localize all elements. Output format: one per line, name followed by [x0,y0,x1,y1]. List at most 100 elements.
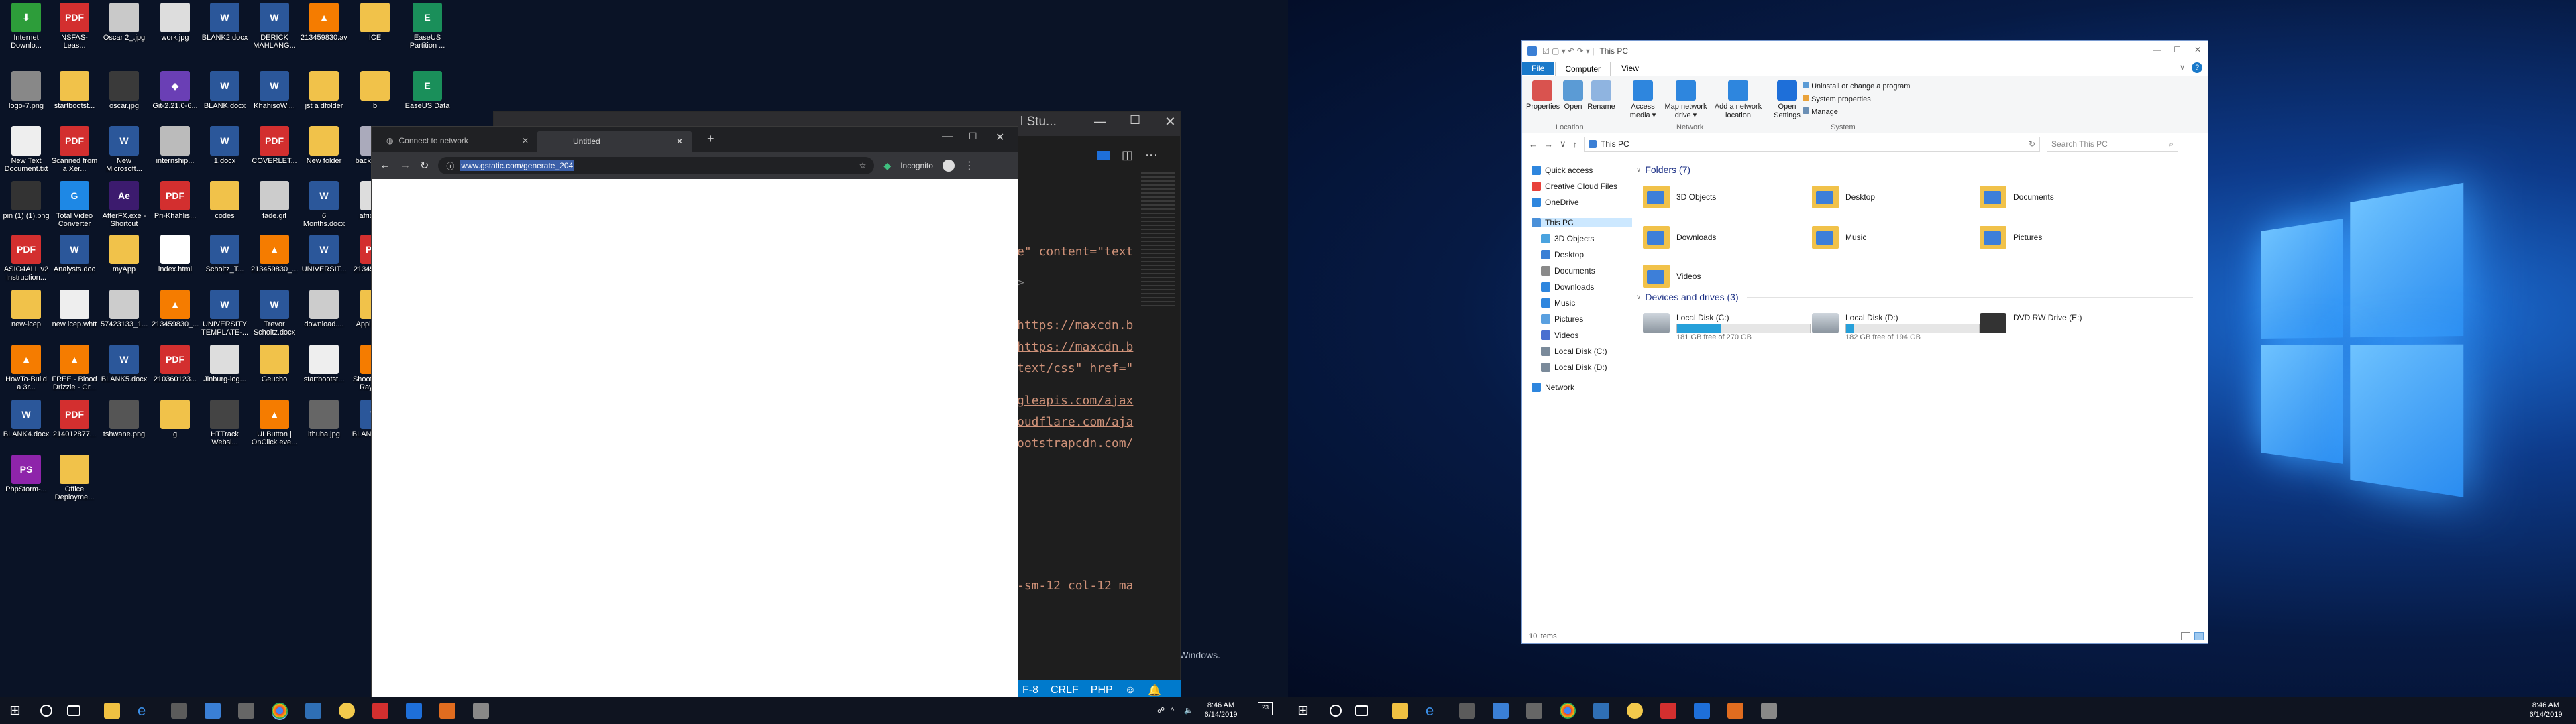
calculator-taskbar-icon[interactable] [1761,703,1777,719]
store-taskbar-icon[interactable] [1493,703,1509,719]
folder-item[interactable]: Downloads [1643,226,1716,249]
quick-access-toolbar-icons[interactable]: ☑ ▢ ▾ ↶ ↷ ▾ | [1542,46,1594,56]
drives-header[interactable]: ∨ Devices and drives (3) [1636,292,2193,302]
minimize-icon[interactable]: — [942,131,953,143]
desktop-icon[interactable]: E EaseUS Data [404,70,451,121]
maximize-icon[interactable]: ☐ [2174,45,2181,54]
ribbon-rename[interactable]: Rename [1587,103,1615,111]
desktop-icon[interactable]: ◆ Git-2.21.0-6... [152,70,199,121]
feedback-icon[interactable]: ☺ [1125,684,1136,697]
bookmark-star-icon[interactable]: ☆ [859,161,867,170]
nav-item[interactable]: Quick access [1532,166,1593,175]
ribbon-properties[interactable]: Properties [1526,103,1560,111]
desktop-icon[interactable]: W BLANK4.docx [3,398,50,449]
close-icon[interactable]: ✕ [1165,113,1176,130]
desktop-icon[interactable]: HTTrack Websi... [201,398,248,449]
refresh-icon[interactable]: ↻ [2029,139,2035,149]
desktop-icon[interactable]: jst a dfolder [301,70,347,121]
back-arrow-icon[interactable]: ← [380,160,390,172]
desktop-icon[interactable]: startbootst... [301,343,347,394]
rename-icon[interactable] [1591,80,1611,101]
desktop-icon[interactable]: fade.gif [251,180,298,231]
ribbon-add-network-location[interactable]: Add a network location [1715,103,1762,119]
desktop-icon[interactable]: Jinburg-log... [201,343,248,394]
desktop-icon[interactable]: tshwane.png [101,398,148,449]
code-line[interactable]: -sm-12 col-12 ma [1017,579,1133,593]
desktop-icon[interactable]: PDF ASIO4ALL v2 Instruction... [3,233,50,284]
desktop-icon[interactable]: oscar.jpg [101,70,148,121]
folders-header[interactable]: ∨ Folders (7) [1636,164,2193,175]
task-view-icon[interactable] [67,705,80,716]
folder-item[interactable]: Desktop [1812,186,1875,208]
desktop-icon[interactable]: W 6 Months.docx [301,180,347,231]
code-line[interactable]: https://maxcdn.b [1017,318,1133,333]
desktop-icon[interactable]: internship... [152,125,199,176]
close-icon[interactable]: ✕ [996,131,1004,144]
chrome-menu-icon[interactable]: ⋮ [964,159,975,172]
folder-item[interactable]: Videos [1643,265,1701,288]
nav-item[interactable]: Music [1541,298,1575,308]
ribbon-map-network-drive[interactable]: Map network drive ▾ [1665,103,1707,119]
sublime-taskbar-icon[interactable] [439,703,455,719]
desktop-icon[interactable]: W Analysts.doc [51,233,98,284]
desktop-icon[interactable]: ▲ 213459830.avi [301,1,347,52]
code-line[interactable]: text/css" href=" [1017,361,1133,375]
word-taskbar-icon[interactable] [406,703,422,719]
desktop-icon[interactable]: W KhahisoWi... [251,70,298,121]
file-explorer-window[interactable]: ☑ ▢ ▾ ↶ ↷ ▾ | This PC — ☐ ✕ File Compute… [1521,40,2208,644]
folder-item[interactable]: Music [1812,226,1866,249]
system-properties-link[interactable]: System properties [1803,93,1910,106]
desktop-icon[interactable]: ⬇ Internet Downlo... [3,1,50,52]
app-taskbar-icon[interactable] [1526,703,1542,719]
action-center-badge[interactable]: 23 [1258,702,1273,715]
desktop-icon[interactable]: ● index.html [152,233,199,284]
desktop-icon[interactable]: ▲ 213459830_... [152,288,199,339]
desktop-icon[interactable]: New Text Document.txt [3,125,50,176]
ribbon-access-media[interactable]: Access media ▾ [1630,103,1656,119]
desktop-icon[interactable]: W Scholtz_T... [201,233,248,284]
vscode-taskbar-icon[interactable] [1593,703,1609,719]
desktop-icon[interactable]: PDF 214012877... [51,398,98,449]
sublime-taskbar-icon[interactable] [1727,703,1743,719]
nav-item[interactable]: This PC [1532,218,1632,227]
desktop-icon[interactable]: 57423133_1... [101,288,148,339]
settings-gear-icon[interactable] [1777,80,1797,101]
tab-untitled[interactable]: Untitled ✕ [537,131,692,152]
notification-bell-icon[interactable]: 🔔 [1148,684,1161,697]
nav-item[interactable]: Local Disk (C:) [1541,347,1607,356]
code-area[interactable]: e" content="text > https://maxcdn.b https:/… [1017,112,1138,648]
task-view-icon[interactable] [1355,705,1368,716]
desktop-icon[interactable]: ▲ UI Button | OnClick eve... [251,398,298,449]
search-icon[interactable]: ⌕ [2169,139,2174,149]
desktop-icon[interactable]: PDF 210360123... [152,343,199,394]
desktop-icon[interactable]: E EaseUS Partition ... [404,1,451,52]
vscode-taskbar-icon[interactable] [305,703,321,719]
desktop-icon[interactable]: PS PhpStorm-... [3,453,50,504]
start-windows-icon[interactable]: ⊞ [1297,703,1313,719]
desktop-icon[interactable]: W 1.docx [201,125,248,176]
more-actions-icon[interactable]: ⋯ [1145,148,1157,162]
desktop-icon[interactable]: Ae AfterFX.exe - Shortcut [101,180,148,231]
desktop-icon[interactable]: G Total Video Converter [51,180,98,231]
desktop-icon[interactable]: PDF Pri-Khahlis... [152,180,199,231]
emoji-app-taskbar-icon[interactable] [1627,703,1643,719]
file-explorer-taskbar-icon[interactable] [104,703,120,719]
minimize-icon[interactable]: — [2153,45,2161,54]
edge-taskbar-icon[interactable]: e [138,703,154,719]
status-encoding[interactable]: F-8 [1022,684,1038,697]
nav-item[interactable]: 3D Objects [1541,234,1594,243]
start-windows-icon[interactable]: ⊞ [9,703,25,719]
nav-item[interactable]: OneDrive [1532,198,1579,207]
desktop-icon[interactable]: g [152,398,199,449]
minimap[interactable] [1141,172,1175,306]
address-bar[interactable]: This PC ↻ [1584,137,2040,152]
desktop-icon[interactable]: ICE [352,1,398,52]
acrobat-taskbar-icon[interactable] [1660,703,1676,719]
incognito-icon[interactable] [943,160,955,172]
desktop-icon[interactable]: download.... [301,288,347,339]
map-network-drive-icon[interactable] [1676,80,1696,101]
desktop-icon[interactable]: Oscar 2_.jpg [101,1,148,52]
desktop-icon[interactable]: Geucho [251,343,298,394]
nav-item[interactable]: Pictures [1541,314,1583,324]
code-line[interactable]: gleapis.com/ajax [1017,394,1133,408]
